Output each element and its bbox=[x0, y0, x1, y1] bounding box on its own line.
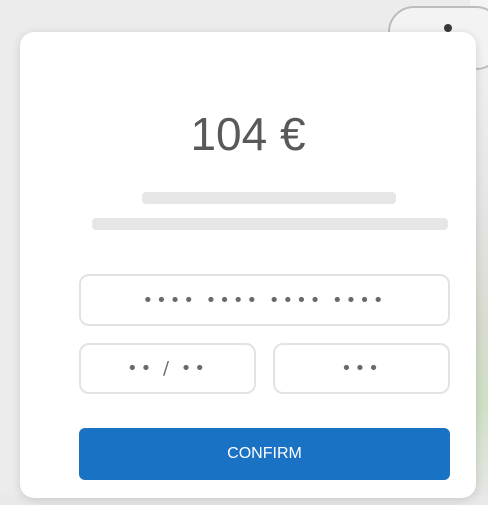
background-dot-icon bbox=[444, 24, 452, 32]
payment-amount: 104 € bbox=[190, 108, 306, 160]
loading-placeholder-line bbox=[92, 218, 448, 230]
cvc-placeholder: ••• bbox=[341, 358, 382, 379]
confirm-button[interactable]: CONFIRM bbox=[79, 428, 450, 480]
expiry-date-input[interactable]: •• / •• bbox=[79, 343, 256, 394]
payment-card: 104 € •••• •••• •••• •••• •• / •• ••• CO… bbox=[20, 32, 476, 498]
card-number-placeholder: •••• •••• •••• •••• bbox=[142, 289, 387, 311]
cvc-input[interactable]: ••• bbox=[273, 343, 450, 394]
expiry-placeholder: •• / •• bbox=[127, 358, 208, 379]
loading-placeholder-line bbox=[142, 192, 396, 204]
card-number-input[interactable]: •••• •••• •••• •••• bbox=[79, 274, 450, 326]
